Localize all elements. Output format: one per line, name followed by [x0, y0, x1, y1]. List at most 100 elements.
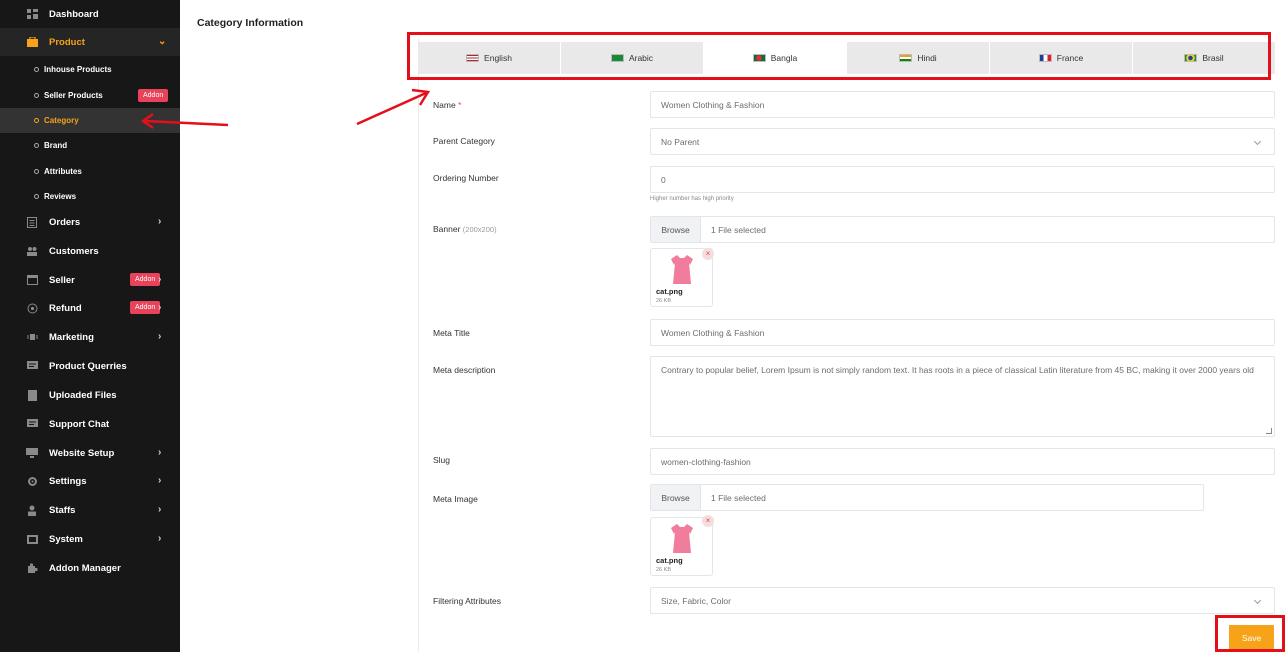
sidebar-subitem-label: Seller Products: [44, 91, 103, 100]
sidebar-subitem-inhouse-products[interactable]: Inhouse Products: [0, 57, 180, 82]
system-icon: [26, 534, 38, 545]
bullet-icon: [34, 67, 39, 72]
sidebar-item-label: Dashboard: [49, 8, 99, 20]
banner-file-count: 1 File selected: [711, 224, 766, 235]
file-name: cat.png: [656, 287, 683, 296]
chevron-right-icon: ›: [158, 302, 162, 313]
marketing-icon: [26, 332, 38, 343]
file-size: 26 KB: [656, 298, 671, 304]
sidebar-item-settings[interactable]: Settings ›: [0, 467, 180, 495]
file-name: cat.png: [656, 556, 683, 565]
sidebar-subitem-reviews[interactable]: Reviews: [0, 184, 180, 209]
sidebar-item-refund[interactable]: Refund Addon ›: [0, 294, 180, 322]
sidebar-item-label: Refund: [49, 302, 82, 314]
sidebar-item-support-chat[interactable]: Support Chat: [0, 410, 180, 438]
sidebar-item-label: Uploaded Files: [49, 389, 117, 401]
sidebar-item-label: Marketing: [49, 331, 94, 343]
ordering-number-input[interactable]: 0: [650, 166, 1275, 193]
bullet-icon: [34, 194, 39, 199]
sidebar-item-label: Product: [49, 36, 85, 48]
sidebar-item-product[interactable]: Product ⌄: [0, 28, 180, 56]
meta-description-value: Contrary to popular belief, Lorem Ipsum …: [661, 365, 1254, 375]
meta-image-label: Meta Image: [433, 494, 478, 504]
addon-badge: Addon: [138, 89, 169, 102]
gear-icon: [26, 476, 38, 487]
parent-category-label: Parent Category: [433, 136, 495, 146]
meta-title-input[interactable]: Women Clothing & Fashion: [650, 319, 1275, 346]
sidebar-item-uploaded-files[interactable]: Uploaded Files: [0, 381, 180, 409]
banner-label: Banner (200x200): [433, 224, 497, 234]
divider: [418, 38, 419, 652]
meta-description-textarea[interactable]: Contrary to popular belief, Lorem Ipsum …: [650, 356, 1275, 437]
sidebar-subitem-label: Inhouse Products: [44, 65, 112, 74]
banner-browse-button[interactable]: Browse: [651, 217, 701, 242]
sidebar: Dashboard Product ⌄ Inhouse Products Sel…: [0, 0, 180, 652]
chevron-right-icon: ›: [158, 274, 162, 285]
support-chat-icon: [26, 419, 38, 430]
sidebar-item-website-setup[interactable]: Website Setup ›: [0, 439, 180, 467]
sidebar-item-label: Website Setup: [49, 447, 115, 459]
sidebar-item-seller[interactable]: Seller Addon ›: [0, 266, 180, 294]
sidebar-item-label: Addon Manager: [49, 562, 121, 574]
sidebar-item-label: Staffs: [49, 504, 76, 516]
sidebar-item-customers[interactable]: Customers: [0, 237, 180, 265]
resize-handle-icon[interactable]: [1266, 428, 1272, 434]
sidebar-subitem-seller-products[interactable]: Seller Products Addon: [0, 83, 180, 108]
highlight-box-save: [1215, 615, 1285, 652]
sidebar-subitem-category[interactable]: Category: [0, 108, 180, 133]
puzzle-icon: [26, 562, 38, 574]
customers-icon: [26, 246, 38, 257]
sidebar-item-marketing[interactable]: Marketing ›: [0, 323, 180, 351]
meta-image-browse-button[interactable]: Browse: [651, 485, 701, 510]
ordering-number-value: 0: [661, 174, 666, 185]
orders-icon: [26, 216, 38, 228]
sidebar-item-label: Product Querries: [49, 360, 127, 372]
name-value: Women Clothing & Fashion: [661, 99, 765, 110]
chevron-right-icon: ›: [158, 216, 162, 227]
dress-image: [671, 524, 693, 553]
sidebar-subitem-label: Reviews: [44, 192, 77, 201]
sidebar-item-addon-manager[interactable]: Addon Manager: [0, 554, 180, 582]
sidebar-item-product-querries[interactable]: Product Querries: [0, 352, 180, 380]
sidebar-subitem-attributes[interactable]: Attributes: [0, 159, 180, 184]
slug-value: women-clothing-fashion: [661, 456, 751, 467]
meta-image-file-input[interactable]: Browse 1 File selected: [650, 484, 1204, 511]
remove-file-button[interactable]: ×: [702, 515, 714, 527]
user-icon: [26, 505, 38, 516]
parent-category-select[interactable]: No Parent: [650, 128, 1275, 155]
file-size: 26 KB: [656, 567, 671, 573]
sidebar-item-system[interactable]: System ›: [0, 525, 180, 553]
name-label-text: Name: [433, 100, 456, 110]
bullet-icon: [34, 118, 39, 123]
page-title: Category Information: [197, 17, 304, 29]
required-mark: *: [458, 100, 462, 110]
name-input[interactable]: Women Clothing & Fashion: [650, 91, 1275, 118]
ordering-hint: Higher number has high priority: [650, 196, 734, 202]
bullet-icon: [34, 93, 39, 98]
sidebar-item-dashboard[interactable]: Dashboard: [0, 0, 180, 28]
filtering-attributes-select[interactable]: Size, Fabric, Color: [650, 587, 1275, 614]
slug-input[interactable]: women-clothing-fashion: [650, 448, 1275, 475]
sidebar-item-label: System: [49, 533, 83, 545]
chevron-right-icon: ›: [158, 475, 162, 486]
dress-image: [671, 255, 693, 284]
chevron-right-icon: ›: [158, 504, 162, 515]
sidebar-item-label: Customers: [49, 245, 99, 257]
meta-image-file-count: 1 File selected: [711, 492, 766, 503]
parent-category-value: No Parent: [661, 136, 700, 147]
sidebar-item-label: Orders: [49, 216, 81, 228]
sidebar-subitem-brand[interactable]: Brand: [0, 133, 180, 158]
sidebar-subitem-label: Category: [44, 116, 79, 125]
remove-file-button[interactable]: ×: [702, 248, 714, 260]
dashboard-icon: [26, 9, 38, 20]
highlight-box-tabs: [407, 32, 1271, 80]
sidebar-item-orders[interactable]: Orders ›: [0, 208, 180, 236]
sidebar-item-staffs[interactable]: Staffs ›: [0, 496, 180, 524]
sidebar-item-label: Settings: [49, 475, 87, 487]
banner-file-input[interactable]: Browse 1 File selected: [650, 216, 1275, 243]
meta-title-value: Women Clothing & Fashion: [661, 327, 765, 338]
product-icon: [26, 37, 38, 48]
file-icon: [26, 389, 38, 401]
sidebar-subitem-label: Attributes: [44, 167, 82, 176]
banner-size-hint: (200x200): [462, 225, 497, 234]
